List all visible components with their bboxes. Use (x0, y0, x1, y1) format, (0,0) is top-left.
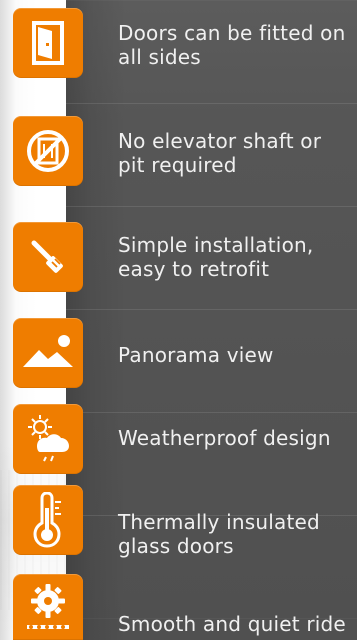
feature-label: Thermally insulated glass doors (118, 510, 349, 558)
feature-label: Smooth and quiet ride (118, 612, 349, 636)
feature-item-installation: Simple installation, easy to retrofit (0, 206, 357, 309)
feature-label-line-1: Simple installation, (118, 233, 314, 257)
feature-label-line-1: Doors can be fitted on (118, 21, 346, 45)
feature-label-line-2: all sides (118, 45, 201, 69)
feature-row: Doors can be fitted on all sides (0, 0, 357, 103)
door-icon (13, 8, 83, 78)
no-elevator-shaft-icon (13, 116, 83, 186)
weather-icon (13, 404, 83, 474)
feature-row: Simple installation, easy to retrofit (0, 206, 357, 309)
feature-label: Panorama view (118, 343, 349, 367)
feature-row: Panorama view (0, 309, 357, 412)
screwdriver-icon (13, 222, 83, 292)
feature-label: Weatherproof design (118, 426, 349, 450)
feature-label-line-1: No elevator shaft or (118, 129, 322, 153)
panorama-view-icon (13, 318, 83, 388)
feature-label-line-2: easy to retrofit (118, 257, 270, 281)
thermometer-icon (13, 485, 83, 555)
feature-label: No elevator shaft or pit required (118, 129, 349, 177)
feature-row: Smooth and quiet ride (0, 574, 357, 640)
feature-label-line-1: Smooth and quiet ride (118, 612, 346, 636)
feature-row: No elevator shaft or pit required (0, 103, 357, 206)
feature-label-line-1: Panorama view (118, 343, 274, 367)
feature-item-panorama: Panorama view (0, 309, 357, 412)
feature-label: Doors can be fitted on all sides (118, 21, 349, 69)
feature-label: Simple installation, easy to retrofit (118, 233, 349, 281)
gear-chain-icon (13, 574, 83, 640)
feature-item-doors: Doors can be fitted on all sides (0, 0, 357, 103)
feature-label-line-2: glass doors (118, 534, 234, 558)
feature-item-smooth-ride: Smooth and quiet ride (0, 574, 357, 640)
feature-label-line-1: Thermally insulated (118, 510, 320, 534)
feature-label-line-2: pit required (118, 153, 237, 177)
feature-item-no-shaft: No elevator shaft or pit required (0, 103, 357, 206)
feature-label-line-1: Weatherproof design (118, 426, 331, 450)
